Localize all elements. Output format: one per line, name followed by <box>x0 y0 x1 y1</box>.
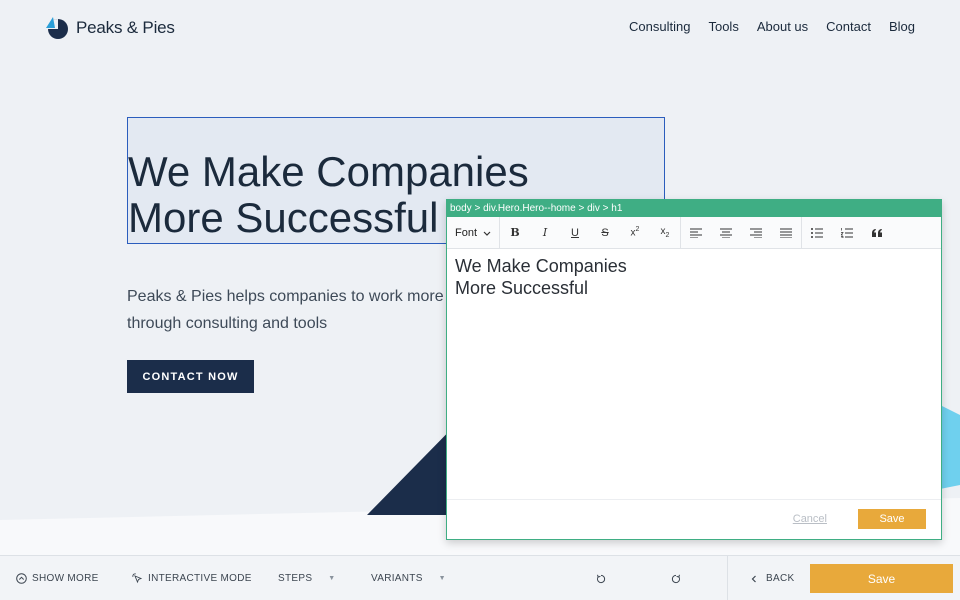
variants-dropdown[interactable]: VARIANTS ▼ <box>371 556 446 600</box>
editor-content-line-2: More Successful <box>455 278 589 298</box>
align-justify-icon[interactable] <box>771 217 801 249</box>
steps-dropdown[interactable]: STEPS ▼ <box>278 556 336 600</box>
italic-icon[interactable]: I <box>530 217 560 249</box>
steps-label: STEPS <box>278 573 313 584</box>
editor-content-area[interactable]: We Make Companies More Successful <box>447 249 941 501</box>
undo-button[interactable] <box>596 556 611 600</box>
variants-label: VARIANTS <box>371 573 423 584</box>
hero-title-line-1: We Make Companies <box>128 148 529 195</box>
interactive-mode-label: INTERACTIVE MODE <box>148 573 252 584</box>
nav-tools[interactable]: Tools <box>708 19 738 34</box>
editor-content-line-1: We Make Companies <box>455 256 627 276</box>
align-left-icon[interactable] <box>681 217 711 249</box>
numbered-list-icon[interactable] <box>832 217 862 249</box>
editor-save-button[interactable]: Save <box>858 509 926 529</box>
nav-blog[interactable]: Blog <box>889 19 915 34</box>
caret-down-icon: ▼ <box>438 575 446 582</box>
bottom-app-bar: SHOW MORE INTERACTIVE MODE STEPS ▼ VARIA… <box>0 555 960 600</box>
nav-contact[interactable]: Contact <box>826 19 871 34</box>
font-dropdown-label: Font <box>455 226 478 239</box>
nav-consulting[interactable]: Consulting <box>629 19 690 34</box>
toolbar-group-format: B I U S x2 x2 <box>500 216 681 249</box>
quote-icon[interactable] <box>862 217 892 249</box>
contact-now-button[interactable]: CONTACT NOW <box>127 360 254 393</box>
toolbar-group-align <box>681 216 802 249</box>
nav-about-us[interactable]: About us <box>757 19 808 34</box>
chevron-left-icon <box>751 575 756 582</box>
element-path-breadcrumb: body > div.Hero.Hero--home > div > h1 <box>447 200 941 217</box>
back-label: BACK <box>766 573 795 584</box>
logo-icon <box>45 16 69 40</box>
editor-cancel-button[interactable]: Cancel <box>793 513 827 525</box>
app-bar-divider <box>727 556 728 600</box>
caret-down-icon: ▼ <box>328 575 336 582</box>
main-nav: Consulting Tools About us Contact Blog <box>629 19 915 34</box>
hero-subtitle: Peaks & Pies helps companies to work mor… <box>127 283 457 337</box>
editor-footer: Cancel Save <box>447 499 941 539</box>
redo-button[interactable] <box>671 556 686 600</box>
show-more-button[interactable]: SHOW MORE <box>16 556 99 600</box>
text-editor-popup: body > div.Hero.Hero--home > div > h1 Fo… <box>446 199 942 540</box>
back-button[interactable]: BACK <box>750 556 794 600</box>
redo-icon <box>671 574 680 583</box>
bold-icon[interactable]: B <box>500 217 530 249</box>
font-dropdown[interactable]: Font <box>447 216 500 249</box>
hero-subtitle-line-2: through consulting and tools <box>127 315 328 332</box>
editor-toolbar: Font B I U S x2 x2 <box>447 216 941 249</box>
strikethrough-icon[interactable]: S <box>590 217 620 249</box>
interactive-mode-button[interactable]: INTERACTIVE MODE <box>132 556 252 600</box>
align-right-icon[interactable] <box>741 217 771 249</box>
cursor-click-icon <box>132 573 143 584</box>
site-logo[interactable]: Peaks & Pies <box>45 16 175 40</box>
undo-icon <box>597 574 606 583</box>
subscript-icon[interactable]: x2 <box>650 217 680 249</box>
bulleted-list-icon[interactable] <box>802 217 832 249</box>
chevron-up-circle-icon <box>16 573 27 584</box>
chevron-down-icon <box>483 228 491 238</box>
underline-icon[interactable]: U <box>560 217 590 249</box>
hero-subtitle-line-1: Peaks & Pies helps companies to work mor… <box>127 288 457 305</box>
superscript-icon[interactable]: x2 <box>620 217 650 249</box>
save-button[interactable]: Save <box>810 564 953 593</box>
toolbar-group-lists <box>802 217 892 249</box>
logo-text: Peaks & Pies <box>76 18 175 37</box>
show-more-label: SHOW MORE <box>32 573 99 584</box>
align-center-icon[interactable] <box>711 217 741 249</box>
